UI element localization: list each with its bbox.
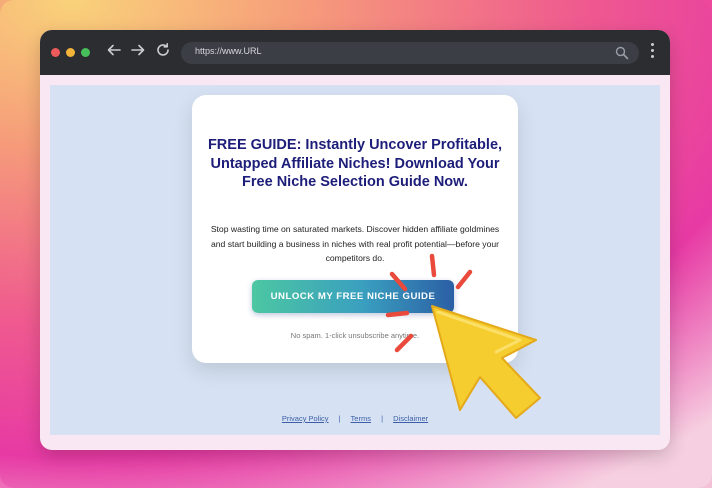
optin-card: FREE GUIDE: Instantly Uncover Profitable… [192, 95, 518, 363]
url-text[interactable]: https://www.URL [195, 46, 262, 56]
maximize-window-button[interactable] [81, 48, 90, 57]
reload-icon[interactable] [153, 42, 173, 62]
address-bar[interactable]: https://www.URL [181, 42, 639, 64]
browser-toolbar: https://www.URL [40, 30, 670, 75]
kebab-menu-icon[interactable] [649, 43, 655, 63]
minimize-window-button[interactable] [66, 48, 75, 57]
no-spam-note: No spam. 1-click unsubscribe anytime. [290, 331, 420, 340]
description-text: Stop wasting time on saturated markets. … [210, 224, 500, 263]
arrow-left-icon[interactable] [104, 42, 124, 62]
browser-window: https://www.URL FREE GUIDE: Instantly Un… [40, 30, 670, 450]
unlock-guide-button[interactable]: UNLOCK MY FREE NICHE GUIDE [252, 280, 454, 313]
web-page: FREE GUIDE: Instantly Uncover Profitable… [50, 85, 660, 435]
footer-separator: | [381, 414, 384, 423]
footer-separator: | [338, 414, 341, 423]
arrow-right-icon[interactable] [128, 42, 148, 62]
terms-link[interactable]: Terms [351, 414, 371, 423]
disclaimer-link[interactable]: Disclaimer [393, 414, 428, 423]
close-window-button[interactable] [51, 48, 60, 57]
search-icon[interactable] [615, 46, 629, 60]
footer-links: Privacy Policy | Terms | Disclaimer [50, 414, 660, 423]
page-title: FREE GUIDE: Instantly Uncover Profitable… [207, 137, 503, 190]
privacy-policy-link[interactable]: Privacy Policy [282, 414, 329, 423]
